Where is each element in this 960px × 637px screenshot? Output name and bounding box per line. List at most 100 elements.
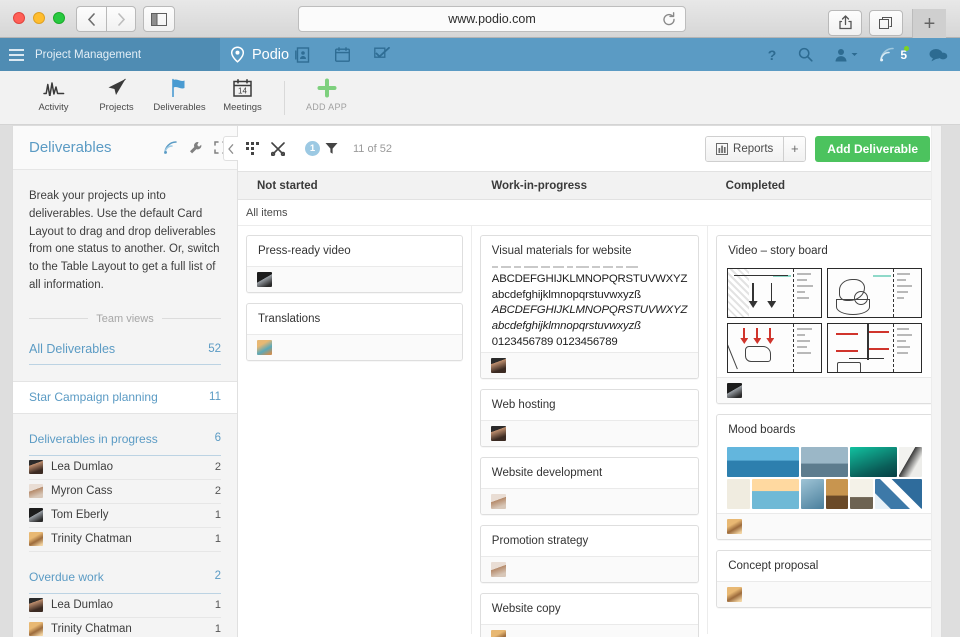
minimize-window-button[interactable] [33,12,45,24]
search-button[interactable] [798,47,813,62]
list-item[interactable]: Trinity Chatman 1 [29,528,221,552]
card-footer [481,488,698,514]
close-window-button[interactable] [13,12,25,24]
person-count: 1 [215,599,221,611]
sidebar-header: Deliverables [13,126,237,170]
rss-stream-icon[interactable] [164,141,178,154]
sidebar-item-count: 52 [208,343,221,355]
board-column-not-started[interactable]: Press-ready video Translations [238,226,472,634]
reports-button[interactable]: Reports [706,137,783,161]
board-column-completed[interactable]: Video – story board [708,226,941,634]
podio-brand[interactable]: Podio [229,46,289,63]
app-item-projects[interactable]: Projects [85,77,148,115]
card[interactable]: Concept proposal [716,550,933,608]
app-item-meetings[interactable]: 14 Meetings [211,77,274,115]
funnel-filter-icon[interactable] [325,142,338,155]
list-item[interactable]: Lea Dumlao 1 [29,594,221,618]
avatar [491,494,506,509]
add-report-label: + [791,141,799,156]
sidebar-item-all-deliverables[interactable]: All Deliverables 52 [29,335,221,365]
sidebar-group-overdue-work[interactable]: Overdue work 2 [29,570,221,594]
chart-report-icon [716,143,728,155]
back-button[interactable] [76,6,106,32]
avatar [727,383,742,398]
board-scroll-gutter[interactable] [931,126,941,637]
card[interactable]: Web hosting [480,389,699,447]
grid-layout-icon[interactable] [246,142,259,155]
avatar [29,622,43,636]
profile-menu-button[interactable] [835,48,858,62]
tasks-icon[interactable] [372,45,392,64]
sidebar-actions [164,141,227,155]
avatar [29,508,43,522]
list-item[interactable]: Trinity Chatman 1 [29,618,221,637]
card-footer [247,334,462,360]
tab-overview-button[interactable] [869,10,903,36]
app-item-activity[interactable]: Activity [22,77,85,115]
sort-scissors-icon[interactable] [271,142,285,156]
address-bar[interactable]: www.podio.com [298,6,686,32]
card[interactable]: Website copy [480,593,699,637]
flag-icon [170,77,190,98]
maximize-window-button[interactable] [53,12,65,24]
reload-button[interactable] [662,12,676,30]
contacts-icon[interactable] [292,45,312,64]
content-frame: Deliverables Break your projects up int [12,125,942,637]
window-traffic-lights [13,12,65,24]
sidebar-item-star-campaign-planning[interactable]: Star Campaign planning 11 [13,381,237,414]
card[interactable]: Promotion strategy [480,525,699,583]
list-item[interactable]: Lea Dumlao 2 [29,456,221,480]
app-label: Meetings [223,102,262,113]
person-count: 1 [215,623,221,635]
person-count: 1 [215,533,221,545]
card[interactable]: Video – story board [716,235,933,404]
avatar [727,587,742,602]
main-panel: 1 11 of 52 Reports + Add D [238,126,941,637]
calendar-icon[interactable] [332,45,352,64]
list-item[interactable]: Tom Eberly 1 [29,504,221,528]
card[interactable]: Mood boards [716,414,933,540]
chat-button[interactable] [929,48,948,62]
activity-stream-button[interactable]: 5 [880,47,907,62]
workspace-title: Project Management [35,49,141,61]
app-label: Deliverables [153,102,205,113]
topbar-right-controls: ? 5 [768,38,948,71]
person-name: Trinity Chatman [51,623,207,635]
specimen-top-marks [492,266,687,268]
card-footer [247,266,462,292]
card[interactable]: Website development [480,457,699,515]
avatar [491,358,506,373]
chevron-left-icon [228,144,234,154]
forward-button[interactable] [106,6,136,32]
list-item[interactable]: Myron Cass 2 [29,480,221,504]
sidebar-group-label: Deliverables in progress [29,432,215,446]
card-footer [481,420,698,446]
help-button[interactable]: ? [768,47,777,63]
sidebar-collapse-button[interactable] [223,136,238,161]
app-item-deliverables[interactable]: Deliverables [148,77,211,115]
avatar [29,460,43,474]
sidebar-group-deliverables-in-progress[interactable]: Deliverables in progress 6 [29,432,221,456]
new-tab-button[interactable]: + [912,9,946,39]
board-column-work-in-progress[interactable]: Visual materials for website ABCDEFGHIJK… [472,226,708,634]
add-report-button[interactable]: + [783,137,805,161]
app-sidebar: Deliverables Break your projects up int [13,126,238,637]
add-deliverable-button[interactable]: Add Deliverable [815,136,930,162]
share-button[interactable] [828,10,862,36]
avatar [491,426,506,441]
user-profile-icon [835,48,847,62]
activity-stream-icon [880,47,896,62]
card[interactable]: Translations [246,303,463,361]
wrench-icon[interactable] [189,141,203,155]
toggle-sidebar-button[interactable] [143,6,175,32]
storyboard-frame [727,268,822,318]
person-name: Tom Eberly [51,509,207,521]
storyboard-frame [827,268,922,318]
add-app-button[interactable]: ADD APP [295,77,358,115]
hamburger-menu-icon[interactable] [9,49,24,61]
card[interactable]: Visual materials for website ABCDEFGHIJK… [480,235,699,379]
workspace-zone[interactable]: Project Management [0,38,220,71]
card-title: Promotion strategy [481,526,698,556]
storyboard-frame [827,323,922,373]
card[interactable]: Press-ready video [246,235,463,293]
